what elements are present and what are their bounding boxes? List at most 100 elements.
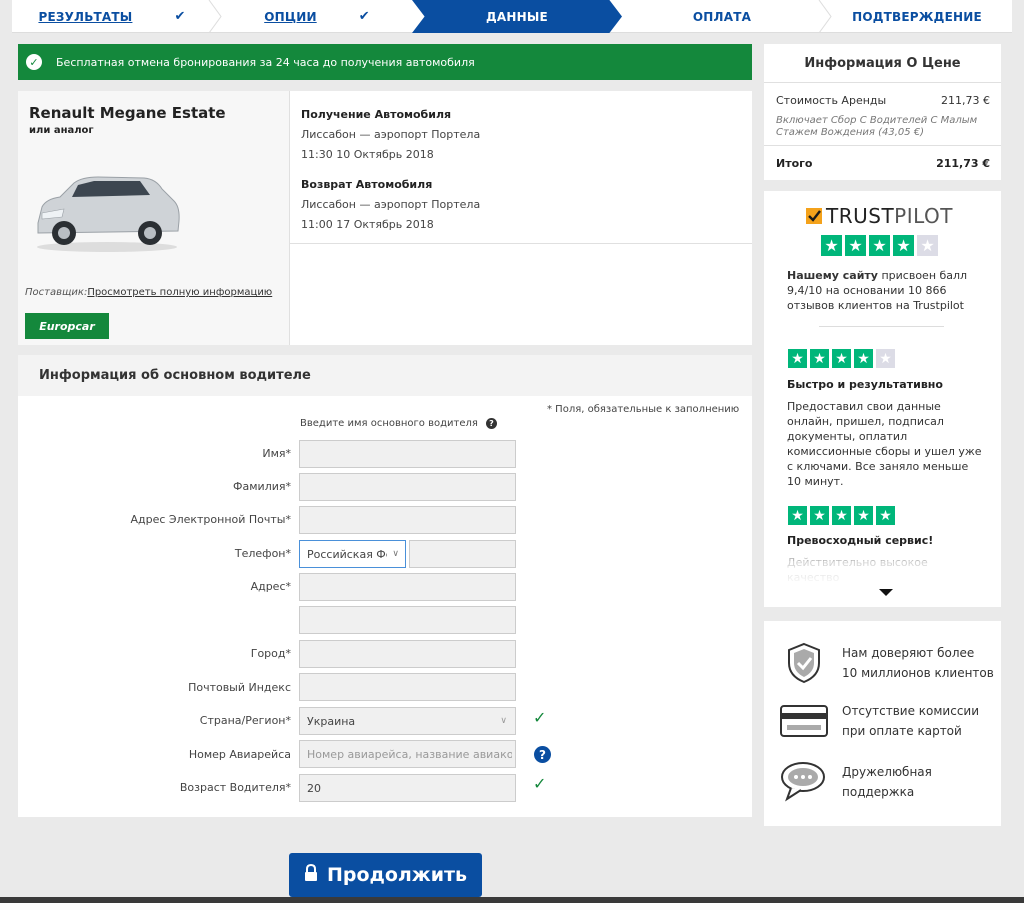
address-line1-field[interactable] [299,573,516,601]
chevron-down-icon: ∨ [500,716,507,726]
step-confirmation-label: ПОДТВЕРЖДЕНИЕ [852,9,982,24]
star-icon: ★ [810,506,829,525]
divider [764,145,1001,146]
price-title: Информация О Цене [804,56,961,71]
star-icon: ★ [821,235,842,256]
trust-no-fee-line2: при оплате картой [842,724,962,738]
step-payment: ОПЛАТА [622,0,822,33]
trust-no-fee-line1: Отсутствие комиссии [842,704,980,718]
email-label: Адрес Электронной Почты* [130,513,291,526]
checkmark-icon: ✔ [358,9,370,24]
address-line2-field[interactable] [299,606,516,634]
help-icon[interactable]: ? [485,418,497,429]
star-icon: ★ [810,349,829,368]
continue-label: Продолжить [326,864,468,886]
review-1-text: Предоставил свои данные онлайн, пришел, … [787,400,982,488]
city-field[interactable] [299,640,516,668]
trust-support-line1: Дружелюбная [842,765,932,779]
phone-country-value: Российская Фе [307,547,387,561]
trust-item-customers: Нам доверяют более 10 миллионов клиентов [784,641,994,685]
first-name-label: Имя* [262,447,291,460]
dropoff-info: Возврат Автомобиля Лиссабон — аэропорт П… [301,175,480,235]
bottom-bar [0,897,1024,903]
pickup-info: Получение Автомобиля Лиссабон — аэропорт… [301,105,480,165]
star-icon: ★ [845,235,866,256]
step-confirmation: ПОДТВЕРЖДЕНИЕ [822,0,1012,33]
total-value: 211,73 € [936,157,990,170]
rental-cost-value: 211,73 € [941,94,990,107]
age-label: Возраст Водителя* [179,781,291,794]
age-valid-checkmark-icon: ✓ [533,774,547,793]
trust-customers-text: Нам доверяют более 10 миллионов клиентов [842,643,994,683]
postcode-field[interactable] [299,673,516,701]
lock-icon [304,863,318,886]
driver-hint-text: Введите имя основного водителя [300,418,478,429]
step-data-label: ДАННЫЕ [486,9,548,24]
flight-placeholder: Номер авиарейса, название авиаком [307,747,512,761]
total-label: Итого [776,157,813,170]
trust-customers-line1: Нам доверяют более [842,646,975,660]
rental-cost-label: Стоимость Аренды [776,94,887,107]
last-name-label: Фамилия* [233,480,291,493]
divider [764,82,1001,83]
trust-support-text: Дружелюбная поддержка [842,762,932,802]
country-label: Страна/Регион* [199,714,291,727]
phone-label: Телефон* [234,547,291,560]
trustpilot-summary-bold: Нашему сайту [787,269,878,282]
pickup-location: Лиссабон — аэропорт Портела [301,128,481,141]
divider [290,243,752,244]
step-data: ДАННЫЕ [412,0,622,33]
star-icon: ★ [854,506,873,525]
credit-card-icon [779,701,829,741]
address-label: Адрес* [250,580,291,593]
driver-age-field[interactable]: 20 [299,774,516,802]
star-icon: ★ [893,235,914,256]
chat-bubble-icon [779,759,829,805]
trustpilot-summary: Нашему сайту присвоен балл 9,4/10 на осн… [787,268,977,313]
star-icon: ★ [832,349,851,368]
trustpilot-card: TRUST PILOT ★ ★ ★ ★ ★ Нашему сайту присво… [764,191,1001,607]
pickup-datetime: 11:30 10 Октябрь 2018 [301,148,434,161]
email-field[interactable] [299,506,516,534]
star-empty-icon: ★ [917,235,938,256]
trust-support-line2: поддержка [842,785,915,799]
phone-number-field[interactable] [409,540,516,568]
review-2-stars: ★ ★ ★ ★ ★ [788,506,895,525]
chevron-down-icon: ∨ [392,549,399,559]
trustpilot-logo-icon [806,208,822,224]
flight-label: Номер Авиарейса [188,748,291,761]
flight-help-icon[interactable]: ? [534,746,551,763]
trustpilot-brand-b: PILOT [894,204,954,228]
dropoff-heading: Возврат Автомобиля [301,178,433,191]
star-icon: ★ [876,506,895,525]
trust-item-no-fee: Отсутствие комиссии при оплате картой [779,701,979,741]
trust-customers-line2: 10 миллионов клиентов [842,666,994,680]
form-labels: Имя* Фамилия* Адрес Электронной Почты* Т… [0,0,291,903]
review-2-heading: Превосходный сервис! [787,534,934,547]
review-fade [764,561,1001,607]
price-note: Включает Сбор С Водителей С Малым Стажем… [776,115,978,138]
country-valid-checkmark-icon: ✓ [533,708,547,727]
flight-number-field[interactable]: Номер авиарейса, название авиаком [299,740,516,768]
price-card: Информация О Цене Стоимость Аренды 211,7… [764,44,1001,180]
star-icon: ★ [788,506,807,525]
pickup-heading: Получение Автомобиля [301,108,452,121]
trust-no-fee-text: Отсутствие комиссии при оплате картой [842,701,979,741]
city-label: Город* [250,647,291,660]
last-name-field[interactable] [299,473,516,501]
first-name-field[interactable] [299,440,516,468]
dropoff-datetime: 11:00 17 Октябрь 2018 [301,218,434,231]
scroll-down-arrow-icon[interactable] [879,589,893,596]
continue-button[interactable]: Продолжить [289,853,482,897]
required-note: * Поля, обязательные к заполнению [547,404,740,415]
phone-country-select[interactable]: Российская Фе ∨ [299,540,406,568]
country-value: Украина [307,714,356,728]
driver-age-value: 20 [307,781,321,795]
step-payment-label: ОПЛАТА [692,9,752,24]
star-icon: ★ [869,235,890,256]
trust-badges-card: Нам доверяют более 10 миллионов клиентов… [764,621,1001,826]
review-1-heading: Быстро и результативно [787,378,943,391]
trustpilot-brand-a: TRUST [826,204,895,228]
trustpilot-logo: TRUST PILOT [806,204,953,228]
country-select[interactable]: Украина ∨ [299,707,516,735]
